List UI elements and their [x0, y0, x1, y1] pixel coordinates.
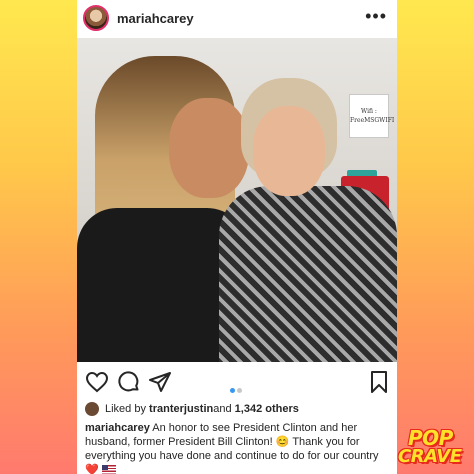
photo-person-left-face	[169, 98, 249, 198]
post-caption: mariahcarey An honor to see President Cl…	[85, 421, 391, 474]
photo-person-right-body	[219, 186, 397, 362]
share-icon[interactable]	[148, 370, 172, 394]
logo-crave-text: CRAVE	[398, 446, 462, 467]
wifi-sign: Wifi : FreeMSGWIFI	[349, 94, 395, 138]
comment-icon[interactable]	[117, 370, 141, 394]
post-photo[interactable]: Wifi : FreeMSGWIFI	[77, 38, 397, 362]
photo-person-right-face	[253, 106, 325, 196]
caption-username[interactable]: mariahcarey	[85, 422, 150, 434]
us-flag-icon	[101, 465, 116, 474]
post-username[interactable]: mariahcarey	[117, 11, 194, 26]
carousel-dot-active	[230, 388, 235, 393]
carousel-dot	[237, 388, 242, 393]
post-actions-bar	[77, 368, 397, 396]
pop-crave-logo: POP CRAVE	[398, 426, 472, 472]
heart-icon[interactable]	[85, 370, 109, 394]
more-options-icon[interactable]: •••	[365, 6, 387, 27]
wifi-sign-line-2: FreeMSGWIFI	[350, 117, 395, 124]
instagram-post-card: mariahcarey ••• Wifi : FreeMSGWIFI Liked…	[77, 0, 397, 474]
wifi-sign-line-1: Wifi :	[361, 108, 377, 115]
likes-middle: and	[213, 403, 232, 415]
likes-row: Liked by tranterjustin and 1,342 others	[85, 401, 395, 417]
carousel-indicator	[229, 380, 243, 398]
likes-prefix: Liked by	[105, 403, 146, 415]
avatar[interactable]	[83, 5, 109, 31]
bookmark-icon[interactable]	[367, 370, 391, 394]
likes-count-link[interactable]: 1,342 others	[235, 403, 299, 415]
liker-avatar[interactable]	[85, 402, 99, 416]
post-header: mariahcarey •••	[77, 0, 397, 38]
likes-user-link[interactable]: tranterjustin	[149, 403, 213, 415]
